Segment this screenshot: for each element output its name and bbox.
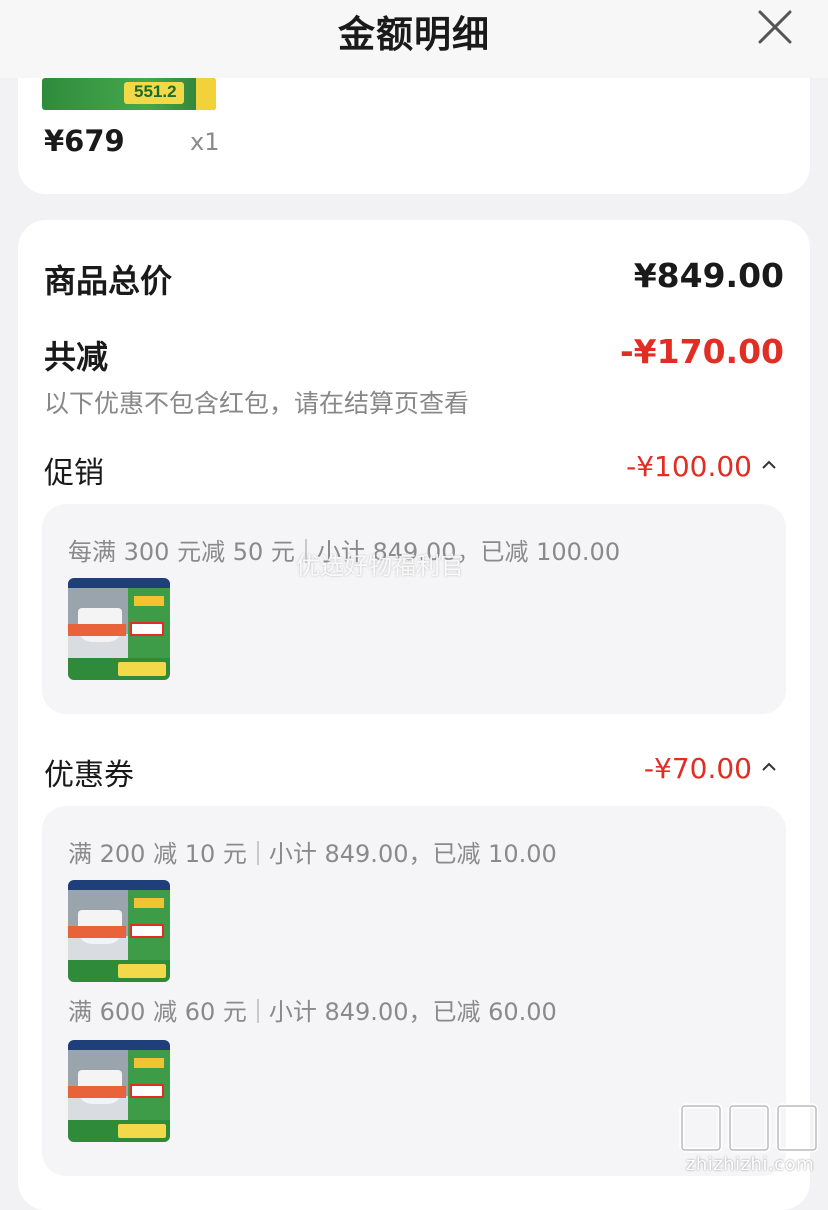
- promotion-detail-panel: 每满 300 元减 50 元小计 849.00，已减 100.00: [42, 504, 786, 714]
- product-thumbnail: [68, 578, 170, 680]
- product-thumbnail: [68, 880, 170, 982]
- coupon-rule-line: 满 600 减 60 元小计 849.00，已减 60.00: [68, 992, 557, 1027]
- page-title: 金额明细: [338, 13, 490, 56]
- coupon-rule-detail: 小计 849.00，已减 10.00: [268, 840, 557, 868]
- coupon-rule: 满 200 减 10 元: [68, 840, 247, 868]
- product-quantity: x1: [190, 128, 220, 156]
- chevron-up-icon[interactable]: [762, 460, 776, 470]
- product-price: ¥679: [44, 124, 125, 158]
- coupon-rule-line: 满 200 减 10 元小计 849.00，已减 10.00: [68, 834, 557, 869]
- product-banner-image: 551.2: [42, 78, 216, 110]
- chevron-up-icon[interactable]: [762, 762, 776, 772]
- coupon-section-label: 优惠券: [44, 758, 134, 793]
- discount-total-label: 共减: [44, 338, 109, 376]
- site-logo: [679, 1103, 819, 1153]
- divider: [256, 841, 259, 865]
- promotion-section-label: 促销: [44, 456, 104, 491]
- promotion-section-value: -¥100.00: [626, 450, 752, 483]
- watermark-text: 优选好物福利官: [296, 552, 464, 580]
- discount-note: 以下优惠不包含红包，请在结算页查看: [44, 389, 470, 418]
- header-bar: 金额明细: [0, 0, 828, 78]
- coupon-rule: 满 600 减 60 元: [68, 998, 247, 1026]
- product-thumbnail: [68, 1040, 170, 1142]
- close-icon[interactable]: [756, 8, 794, 46]
- divider: [256, 999, 259, 1023]
- coupon-detail-panel: 满 200 减 10 元小计 849.00，已减 10.00 满 600 减 6…: [42, 806, 786, 1176]
- total-price-value: ¥849.00: [633, 256, 784, 295]
- coupon-rule-detail: 小计 849.00，已减 60.00: [268, 998, 557, 1026]
- site-url: zhizhizhi.com: [685, 1154, 815, 1175]
- discount-total-value: -¥170.00: [619, 332, 784, 371]
- amount-breakdown-card: 商品总价 ¥849.00 共减 -¥170.00 以下优惠不包含红包，请在结算页…: [18, 220, 810, 1210]
- promotion-rule: 每满 300 元减 50 元: [68, 538, 295, 566]
- coupon-section-value: -¥70.00: [643, 752, 752, 785]
- total-price-label: 商品总价: [44, 262, 173, 300]
